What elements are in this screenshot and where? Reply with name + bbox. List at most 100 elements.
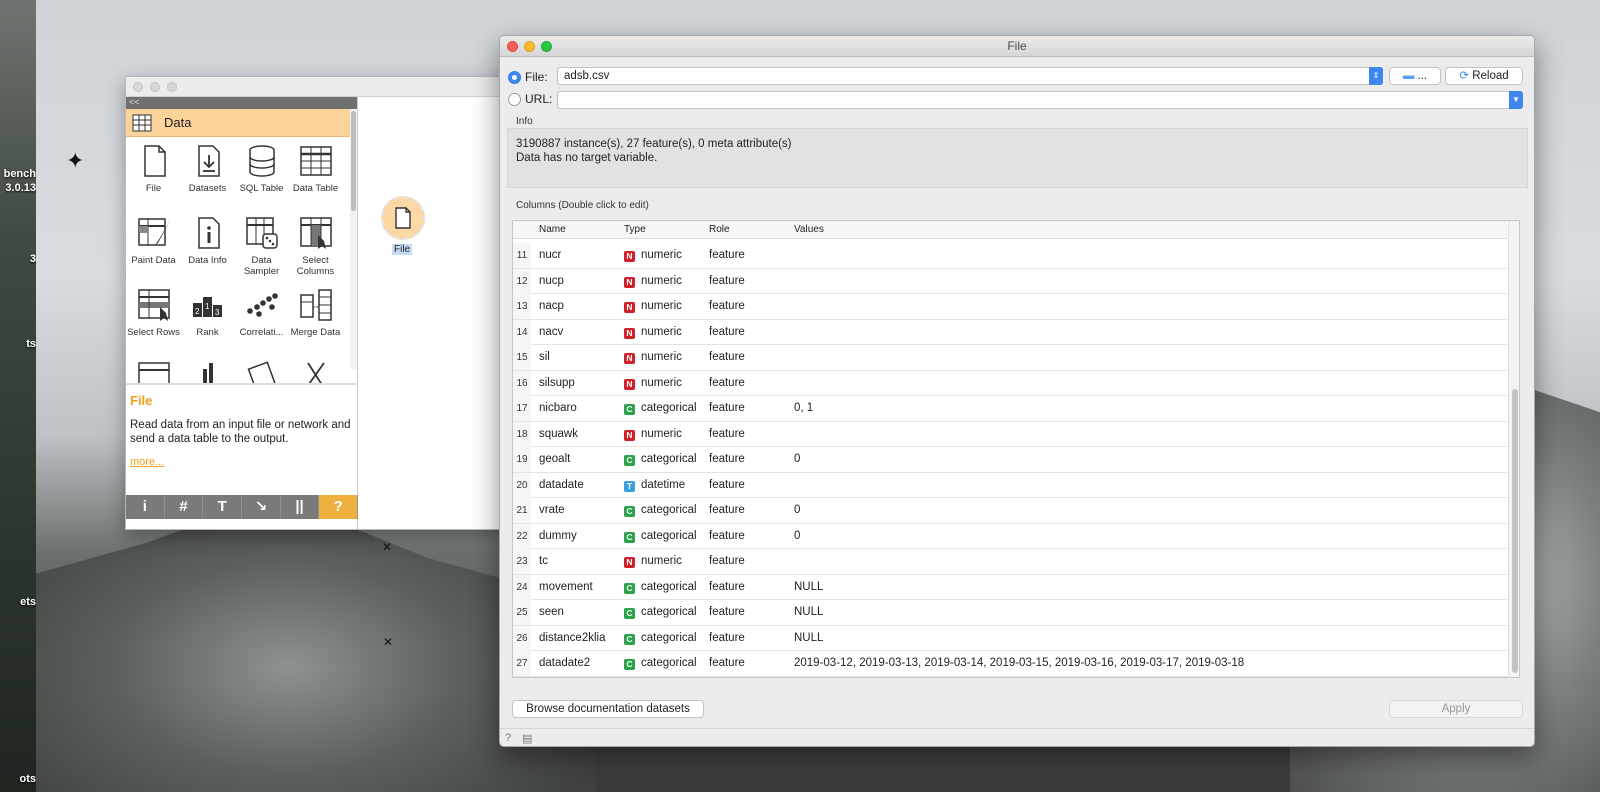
column-type-cell[interactable]: Nnumeric: [624, 377, 682, 390]
browse-documentation-button[interactable]: Browse documentation datasets: [512, 700, 704, 718]
table-scrollbar[interactable]: [1508, 221, 1519, 677]
columns-table[interactable]: Name Type Role Values 11 nucr Nnumeric feat…: [512, 220, 1520, 678]
column-name-cell[interactable]: nucp: [539, 275, 564, 287]
file-source-row[interactable]: File:: [508, 70, 548, 84]
column-role-cell[interactable]: feature: [709, 657, 745, 669]
column-name-cell[interactable]: nicbaro: [539, 402, 577, 414]
column-values-cell[interactable]: NULL: [794, 632, 823, 644]
widget-partial[interactable]: [288, 359, 343, 383]
close-button[interactable]: [507, 41, 518, 52]
minimize-button[interactable]: [524, 41, 535, 52]
widget-partial[interactable]: [234, 359, 289, 383]
desktop-icon-label[interactable]: 3.0.13: [0, 182, 36, 194]
widget-data-info[interactable]: Data Info: [180, 215, 235, 266]
header-type[interactable]: Type: [624, 224, 646, 235]
column-values-cell[interactable]: 0: [794, 504, 800, 516]
widget-partial[interactable]: [126, 359, 181, 383]
file-combo[interactable]: adsb.csv ⇕: [557, 67, 1383, 85]
column-type-cell[interactable]: Ccategorical: [624, 453, 697, 466]
scrollbar-thumb[interactable]: [1512, 389, 1518, 673]
file-dialog-titlebar[interactable]: File: [500, 36, 1534, 57]
widget-select-rows[interactable]: Select Rows: [126, 287, 181, 338]
document-icon[interactable]: ▤: [522, 732, 532, 745]
column-name-cell[interactable]: sil: [539, 351, 550, 363]
column-type-cell[interactable]: Ccategorical: [624, 530, 697, 543]
column-type-cell[interactable]: Ccategorical: [624, 504, 697, 517]
column-name-cell[interactable]: datadate2: [539, 657, 590, 669]
apply-button[interactable]: Apply: [1389, 700, 1523, 718]
column-role-cell[interactable]: feature: [709, 555, 745, 567]
file-node-icon[interactable]: [381, 196, 425, 240]
column-type-cell[interactable]: Nnumeric: [624, 555, 682, 568]
column-values-cell[interactable]: 0: [794, 453, 800, 465]
column-name-cell[interactable]: distance2klia: [539, 632, 605, 644]
more-link[interactable]: more...: [130, 456, 354, 468]
column-name-cell[interactable]: seen: [539, 606, 564, 618]
widget-sql-table[interactable]: SQL Table: [234, 143, 289, 194]
table-row[interactable]: 26 distance2klia Ccategorical feature NULL: [513, 625, 1507, 651]
reload-button[interactable]: ⟳ Reload: [1445, 67, 1523, 85]
table-row[interactable]: 23 tc Nnumeric feature: [513, 549, 1507, 575]
column-values-cell[interactable]: NULL: [794, 606, 823, 618]
browse-file-button[interactable]: ▬ ...: [1389, 67, 1441, 85]
widget-rank[interactable]: 213 Rank: [180, 287, 235, 338]
url-radio[interactable]: [508, 92, 521, 106]
column-name-cell[interactable]: silsupp: [539, 377, 575, 389]
table-row[interactable]: 14 nacv Nnumeric feature: [513, 319, 1507, 345]
column-values-cell[interactable]: NULL: [794, 581, 823, 593]
column-values-cell[interactable]: 0: [794, 530, 800, 542]
column-name-cell[interactable]: nacp: [539, 300, 564, 312]
table-row[interactable]: 13 nacp Nnumeric feature: [513, 294, 1507, 320]
column-type-cell[interactable]: Ccategorical: [624, 632, 697, 645]
toolbox-scrollbar[interactable]: [350, 109, 357, 369]
column-role-cell[interactable]: feature: [709, 530, 745, 542]
grid-button[interactable]: #: [165, 495, 204, 519]
column-name-cell[interactable]: vrate: [539, 504, 565, 516]
table-row[interactable]: 18 squawk Nnumeric feature: [513, 421, 1507, 447]
widget-data-sampler[interactable]: Data Sampler: [234, 215, 289, 277]
widget-data-table[interactable]: Data Table: [288, 143, 343, 194]
toolbox-collapse-button[interactable]: <<: [126, 97, 357, 109]
column-name-cell[interactable]: datadate: [539, 479, 584, 491]
help-icon[interactable]: ?: [505, 732, 511, 744]
column-role-cell[interactable]: feature: [709, 377, 745, 389]
desktop-icon-label[interactable]: ots: [0, 773, 37, 785]
column-values-cell[interactable]: 2019-03-12, 2019-03-13, 2019-03-14, 2019…: [794, 657, 1244, 669]
column-type-cell[interactable]: Ccategorical: [624, 402, 697, 415]
table-row[interactable]: 11 nucr Nnumeric feature: [513, 243, 1507, 269]
widget-merge-data[interactable]: Merge Data: [288, 287, 343, 338]
column-name-cell[interactable]: tc: [539, 555, 548, 567]
column-type-cell[interactable]: Ccategorical: [624, 606, 697, 619]
node-label[interactable]: File: [392, 244, 413, 255]
desktop-icon-label[interactable]: ts: [0, 338, 36, 350]
column-role-cell[interactable]: feature: [709, 504, 745, 516]
column-type-cell[interactable]: Tdatetime: [624, 479, 685, 492]
table-row[interactable]: 21 vrate Ccategorical feature 0: [513, 498, 1507, 524]
widget-select-columns[interactable]: Select Columns: [288, 215, 343, 277]
desktop-icon-label[interactable]: 3: [0, 253, 36, 265]
column-type-cell[interactable]: Nnumeric: [624, 249, 682, 262]
table-row[interactable]: 22 dummy Ccategorical feature 0: [513, 523, 1507, 549]
column-role-cell[interactable]: feature: [709, 249, 745, 261]
close-button[interactable]: [133, 82, 143, 92]
column-role-cell[interactable]: feature: [709, 351, 745, 363]
column-role-cell[interactable]: feature: [709, 326, 745, 338]
column-role-cell[interactable]: feature: [709, 428, 745, 440]
widget-partial[interactable]: [180, 359, 235, 383]
info-button[interactable]: i: [126, 495, 165, 519]
category-data[interactable]: Data: [126, 109, 357, 137]
header-values[interactable]: Values: [794, 224, 824, 235]
arrow-annotation-button[interactable]: ↘: [242, 495, 281, 519]
column-type-cell[interactable]: Ccategorical: [624, 657, 697, 670]
column-name-cell[interactable]: nucr: [539, 249, 561, 261]
header-name[interactable]: Name: [539, 224, 566, 235]
column-role-cell[interactable]: feature: [709, 300, 745, 312]
column-role-cell[interactable]: feature: [709, 581, 745, 593]
url-source-row[interactable]: URL:: [508, 92, 552, 106]
table-row[interactable]: 12 nucp Nnumeric feature: [513, 268, 1507, 294]
table-row[interactable]: 17 nicbaro Ccategorical feature 0, 1: [513, 396, 1507, 422]
table-row[interactable]: 24 movement Ccategorical feature NULL: [513, 574, 1507, 600]
minimize-button[interactable]: [150, 82, 160, 92]
column-values-cell[interactable]: 0, 1: [794, 402, 813, 414]
canvas-titlebar[interactable]: [126, 77, 514, 97]
